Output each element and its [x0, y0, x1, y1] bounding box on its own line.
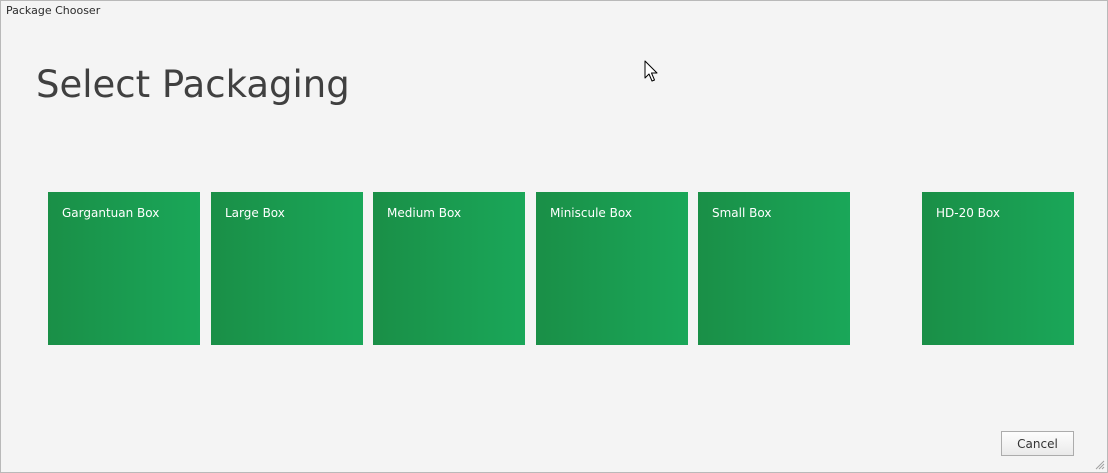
- page-title: Select Packaging: [36, 63, 350, 106]
- package-tile-label: Large Box: [225, 206, 285, 220]
- package-tile-label: Small Box: [712, 206, 772, 220]
- package-chooser-window: Package Chooser Select Packaging Gargant…: [0, 0, 1108, 473]
- package-tile-label: Miniscule Box: [550, 206, 632, 220]
- package-tile-hd-20-box[interactable]: HD-20 Box: [922, 192, 1074, 345]
- package-tile-miniscule-box[interactable]: Miniscule Box: [536, 192, 688, 345]
- package-tile-label: Medium Box: [387, 206, 462, 220]
- resize-grip-icon[interactable]: [1093, 458, 1105, 470]
- package-tile-label: Gargantuan Box: [62, 206, 160, 220]
- package-tile-medium-box[interactable]: Medium Box: [373, 192, 525, 345]
- package-tile-small-box[interactable]: Small Box: [698, 192, 850, 345]
- mouse-cursor-icon: [644, 60, 658, 82]
- package-tile-label: HD-20 Box: [936, 206, 1000, 220]
- package-tile-large-box[interactable]: Large Box: [211, 192, 363, 345]
- cancel-button[interactable]: Cancel: [1001, 431, 1074, 456]
- package-tile-gargantuan-box[interactable]: Gargantuan Box: [48, 192, 200, 345]
- window-title: Package Chooser: [6, 4, 101, 17]
